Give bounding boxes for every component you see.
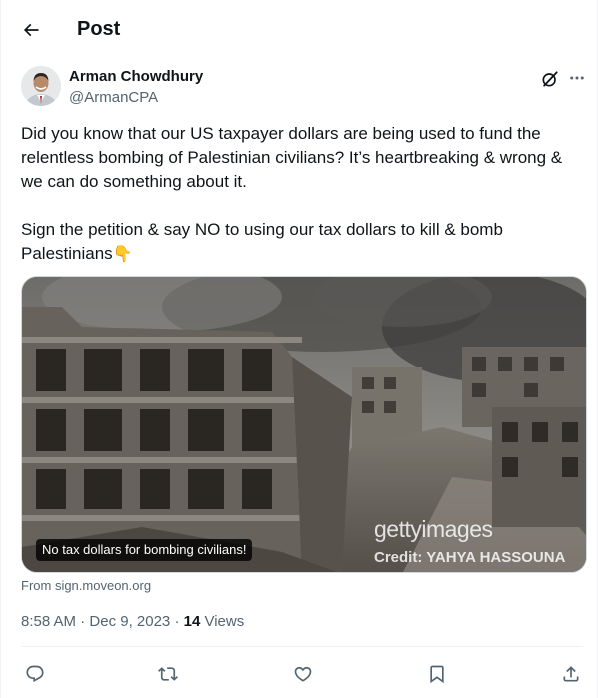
more-options-button[interactable]: [565, 66, 589, 90]
views-count: 14: [183, 613, 201, 630]
avatar[interactable]: [21, 66, 61, 106]
tweet-text: Did you know that our US taxpayer dollar…: [21, 122, 583, 267]
post-detail-view: Post Arman Chowdhury @ArmanCPA Did you k…: [0, 0, 598, 698]
page-title: Post: [77, 18, 121, 40]
link-source[interactable]: From sign.moveon.org: [21, 578, 151, 594]
media-caption: No tax dollars for bombing civilians!: [36, 539, 253, 561]
back-button[interactable]: [13, 12, 49, 48]
destroyed-buildings-photo: [22, 277, 586, 572]
share-button[interactable]: [557, 660, 585, 688]
pointing-down-emoji: 👇: [112, 246, 133, 263]
post-time[interactable]: 8:58 AM: [21, 613, 76, 630]
separator: ·: [80, 613, 86, 630]
grok-button[interactable]: [539, 68, 561, 90]
like-icon: [294, 666, 312, 682]
photo-credit: Credit: YAHYA HASSOUNA: [374, 549, 566, 566]
more-horizontal-icon: [570, 76, 584, 80]
post-date[interactable]: Dec 9, 2023: [89, 613, 170, 630]
views-label: Views: [204, 613, 245, 630]
tweet-paragraph: Did you know that our US taxpayer dollar…: [21, 124, 563, 191]
tweet-paragraph-text: Sign the petition & say NO to using our …: [21, 220, 503, 263]
bookmark-icon: [430, 665, 444, 684]
author-handle[interactable]: @ArmanCPA: [69, 89, 158, 107]
divider: [21, 646, 583, 647]
share-icon: [563, 666, 579, 682]
author-display-name[interactable]: Arman Chowdhury: [69, 68, 203, 86]
top-bar: Post: [1, 0, 598, 58]
tweet-paragraph: Sign the petition & say NO to using our …: [21, 218, 583, 267]
action-bar: [21, 660, 583, 688]
media-card[interactable]: No tax dollars for bombing civilians! ge…: [21, 276, 587, 573]
arrow-left-icon: [23, 23, 39, 37]
grok-icon: [542, 71, 558, 87]
separator: ·: [174, 613, 180, 630]
reply-button[interactable]: [21, 660, 49, 688]
post-metadata: 8:58 AM · Dec 9, 2023 · 14 Views: [21, 612, 244, 632]
like-button[interactable]: [289, 660, 317, 688]
reply-icon: [26, 665, 44, 683]
getty-watermark: gettyimages: [374, 516, 493, 542]
repost-button[interactable]: [154, 660, 182, 688]
repost-icon: [158, 667, 178, 681]
profile-photo: [21, 66, 61, 106]
bookmark-button[interactable]: [423, 660, 451, 688]
